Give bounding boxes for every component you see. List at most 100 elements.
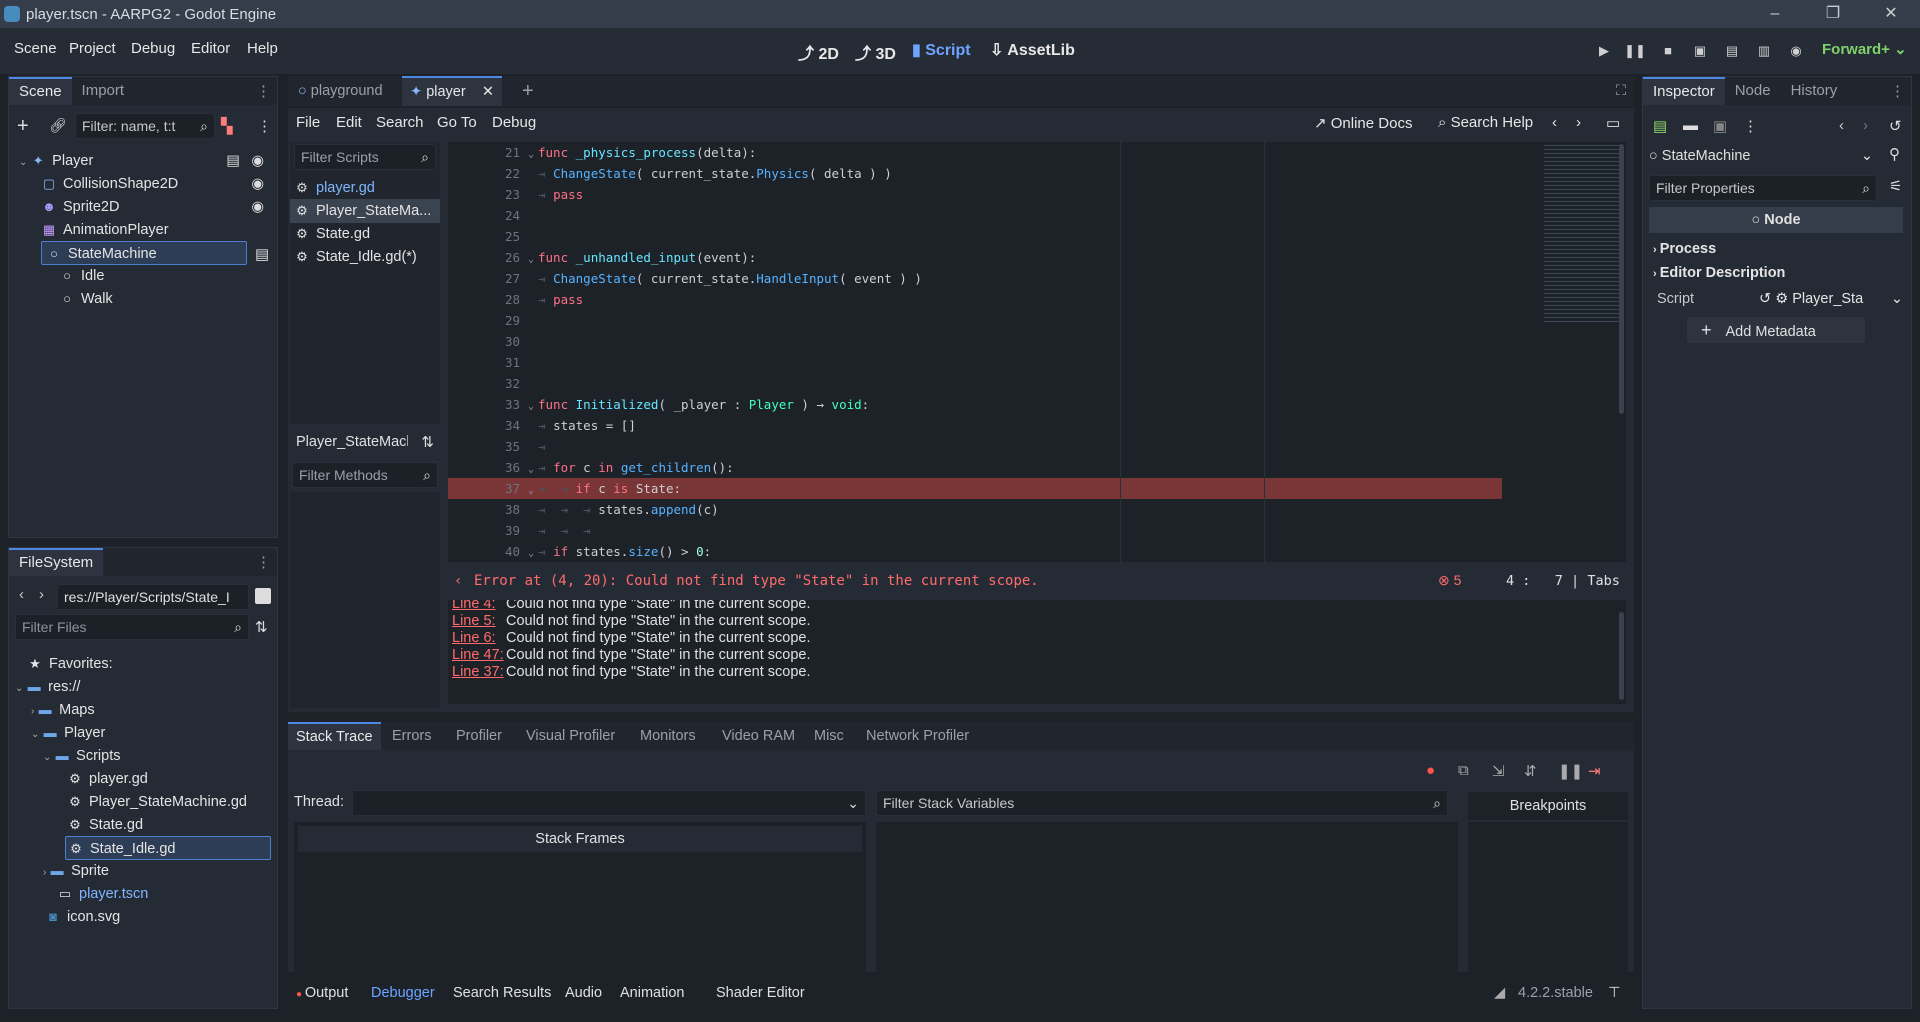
- distraction-free-icon[interactable]: ⛶: [1616, 76, 1626, 106]
- errors-scrollbar[interactable]: [1619, 612, 1624, 700]
- filter-properties-input[interactable]: Filter Properties ⌕: [1649, 175, 1877, 201]
- dock-menu-icon[interactable]: ⋮: [1890, 82, 1905, 100]
- tab-inspector[interactable]: Inspector: [1643, 77, 1725, 105]
- tree-node-player[interactable]: ⌄ ✦ Player ◉ ▤: [19, 149, 274, 173]
- filter-files-input[interactable]: Filter Files ⌕: [15, 614, 249, 640]
- step-over-icon[interactable]: ⇵: [1524, 762, 1537, 780]
- menu-help[interactable]: Help: [247, 40, 278, 57]
- next-script-icon[interactable]: ›: [1576, 114, 1581, 131]
- tab-node[interactable]: Node: [1725, 77, 1781, 105]
- workspace-assetlib-button[interactable]: ⇩ AssetLib: [990, 40, 1075, 60]
- stop-icon[interactable]: ■: [1657, 40, 1679, 62]
- path-input[interactable]: res://Player/Scripts/State_I: [57, 584, 249, 610]
- thread-select[interactable]: ⌄: [352, 790, 866, 816]
- tree-node-idle[interactable]: ○ Idle: [59, 264, 259, 288]
- code-line[interactable]: 22 ⇥ ChangeState( current_state.Physics(…: [448, 163, 1548, 184]
- object-selector[interactable]: ○ StateMachine ⌄: [1649, 143, 1877, 169]
- script-menu-debug[interactable]: Debug: [492, 114, 536, 131]
- back-icon[interactable]: ‹: [19, 586, 24, 603]
- add-metadata-button[interactable]: + Add Metadata: [1687, 317, 1865, 343]
- tab-profiler[interactable]: Profiler: [456, 722, 502, 750]
- layout-toggle-icon[interactable]: [255, 588, 271, 604]
- code-line[interactable]: 32: [448, 373, 1548, 394]
- new-resource-icon[interactable]: ▤: [1653, 117, 1667, 135]
- expand-panel-icon[interactable]: ⊤: [1608, 978, 1621, 1008]
- fold-arrow-icon[interactable]: ⌄: [524, 144, 538, 165]
- tree-node-sprite2d[interactable]: ☻ Sprite2D ◉: [41, 195, 274, 219]
- scene-filter-input[interactable]: Filter: name, t:t ⌕: [75, 113, 215, 139]
- tab-scene[interactable]: Scene: [9, 77, 72, 105]
- script-property-value[interactable]: ↺ ⚙ Player_Sta ⌄: [1759, 287, 1905, 311]
- tab-misc[interactable]: Misc: [814, 722, 844, 750]
- script-attached-icon[interactable]: ▤: [255, 245, 269, 263]
- error-line-link[interactable]: Line 37:: [452, 662, 506, 683]
- code-line[interactable]: 31: [448, 352, 1548, 373]
- tree-node-collisionshape2d[interactable]: ▢ CollisionShape2D ◉: [41, 172, 274, 196]
- play-icon[interactable]: ▶: [1593, 40, 1615, 62]
- search-help-button[interactable]: ⌕ Search Help: [1438, 114, 1533, 131]
- link-icon[interactable]: 🔗︎: [49, 117, 67, 134]
- fs-file-player-statemachine-gd[interactable]: ⚙ Player_StateMachine.gd: [67, 790, 247, 814]
- fs-maps-folder[interactable]: › ▬ Maps: [31, 698, 95, 722]
- code-line[interactable]: 36 ⌄ ⇥ for c in get_children():: [448, 457, 1548, 478]
- code-line[interactable]: 26 ⌄ func _unhandled_input(event):: [448, 247, 1548, 268]
- script-item-state-gd[interactable]: ⚙ State.gd: [294, 222, 370, 246]
- menu-scene[interactable]: Scene: [14, 40, 57, 57]
- close-window-button[interactable]: ✕: [1862, 0, 1920, 28]
- code-line[interactable]: 39 ⇥ ⇥ ⇥: [448, 520, 1548, 541]
- break-icon[interactable]: ❚❚: [1558, 762, 1583, 780]
- bottom-tab-debugger[interactable]: Debugger: [371, 978, 435, 1008]
- code-line[interactable]: 27 ⇥ ChangeState( current_state.HandleIn…: [448, 268, 1548, 289]
- visibility-icon[interactable]: ◉: [251, 195, 264, 219]
- code-line-error[interactable]: 37 ⌄ ⇥ ⇥ if c is State:: [448, 478, 1502, 499]
- online-docs-button[interactable]: ↗ Online Docs: [1314, 114, 1412, 132]
- fs-scripts-folder[interactable]: ⌄ ▬ Scripts: [43, 744, 121, 768]
- workspace-2d-button[interactable]: ⤴ 2D: [798, 40, 839, 64]
- menu-debug[interactable]: Debug: [131, 40, 175, 57]
- tab-filesystem[interactable]: FileSystem: [9, 548, 104, 576]
- bottom-tab-animation[interactable]: Animation: [620, 978, 684, 1008]
- dock-menu-icon[interactable]: ⋮: [256, 553, 271, 571]
- code-line[interactable]: 30: [448, 331, 1548, 352]
- tab-import[interactable]: Import: [72, 77, 135, 105]
- sort-icon[interactable]: ⇅: [255, 618, 268, 636]
- play-scene-icon[interactable]: ▤: [1721, 40, 1743, 62]
- error-toggle-icon[interactable]: ‹: [454, 573, 462, 589]
- fs-favorites[interactable]: ★ Favorites:: [27, 652, 113, 676]
- bottom-tab-shader-editor[interactable]: Shader Editor: [716, 978, 805, 1008]
- tab-visual-profiler[interactable]: Visual Profiler: [526, 722, 615, 750]
- code-line[interactable]: 40 ⌄ ⇥ if states.size() > 0:: [448, 541, 1548, 562]
- fs-sprite-folder[interactable]: › ▬ Sprite: [43, 859, 109, 883]
- bottom-tab-search-results[interactable]: Search Results: [453, 978, 551, 1008]
- movie-maker-icon[interactable]: ◉: [1785, 40, 1807, 62]
- object-properties-icon[interactable]: ⚲: [1889, 145, 1900, 163]
- code-line[interactable]: 25: [448, 226, 1548, 247]
- filter-methods-input[interactable]: Filter Methods ⌕: [292, 462, 438, 488]
- minimize-button[interactable]: –: [1746, 0, 1804, 28]
- bottom-tab-audio[interactable]: Audio: [565, 978, 602, 1008]
- scene-tab-playground[interactable]: ○ playground: [298, 76, 383, 106]
- tab-stack-trace[interactable]: Stack Trace: [288, 722, 381, 750]
- maximize-button[interactable]: ❐: [1804, 0, 1862, 28]
- renderer-select[interactable]: Forward+ ⌄: [1822, 40, 1907, 58]
- code-scrollbar[interactable]: [1619, 144, 1624, 414]
- tree-node-animationplayer[interactable]: ▦ AnimationPlayer: [41, 218, 274, 242]
- code-line[interactable]: 28 ⇥ pass: [448, 289, 1548, 310]
- code-line[interactable]: 34 ⇥ states = []: [448, 415, 1548, 436]
- fs-file-state-idle-gd[interactable]: ⚙ State_Idle.gd: [65, 836, 271, 860]
- filter-scripts-input[interactable]: Filter Scripts ⌕: [294, 144, 436, 170]
- workspace-3d-button[interactable]: ⤴ 3D: [855, 40, 896, 64]
- tab-video-ram[interactable]: Video RAM: [722, 722, 795, 750]
- script-item-player-statemachine[interactable]: ⚙ Player_StateMa...: [290, 199, 440, 223]
- tree-node-statemachine[interactable]: ○ StateMachine: [41, 241, 247, 265]
- copy-icon[interactable]: ⧉: [1458, 762, 1469, 779]
- history-icon[interactable]: ↺: [1889, 117, 1902, 135]
- script-menu-goto[interactable]: Go To: [437, 114, 477, 131]
- tab-monitors[interactable]: Monitors: [640, 722, 696, 750]
- back-icon[interactable]: ‹: [1839, 117, 1844, 134]
- scene-tab-player[interactable]: ✦ player ✕: [402, 76, 502, 106]
- tune-icon[interactable]: ⚟: [1889, 177, 1902, 195]
- code-line[interactable]: 24: [448, 205, 1548, 226]
- script-item-player-gd[interactable]: ⚙ player.gd: [294, 176, 375, 200]
- add-node-icon[interactable]: +: [17, 115, 29, 138]
